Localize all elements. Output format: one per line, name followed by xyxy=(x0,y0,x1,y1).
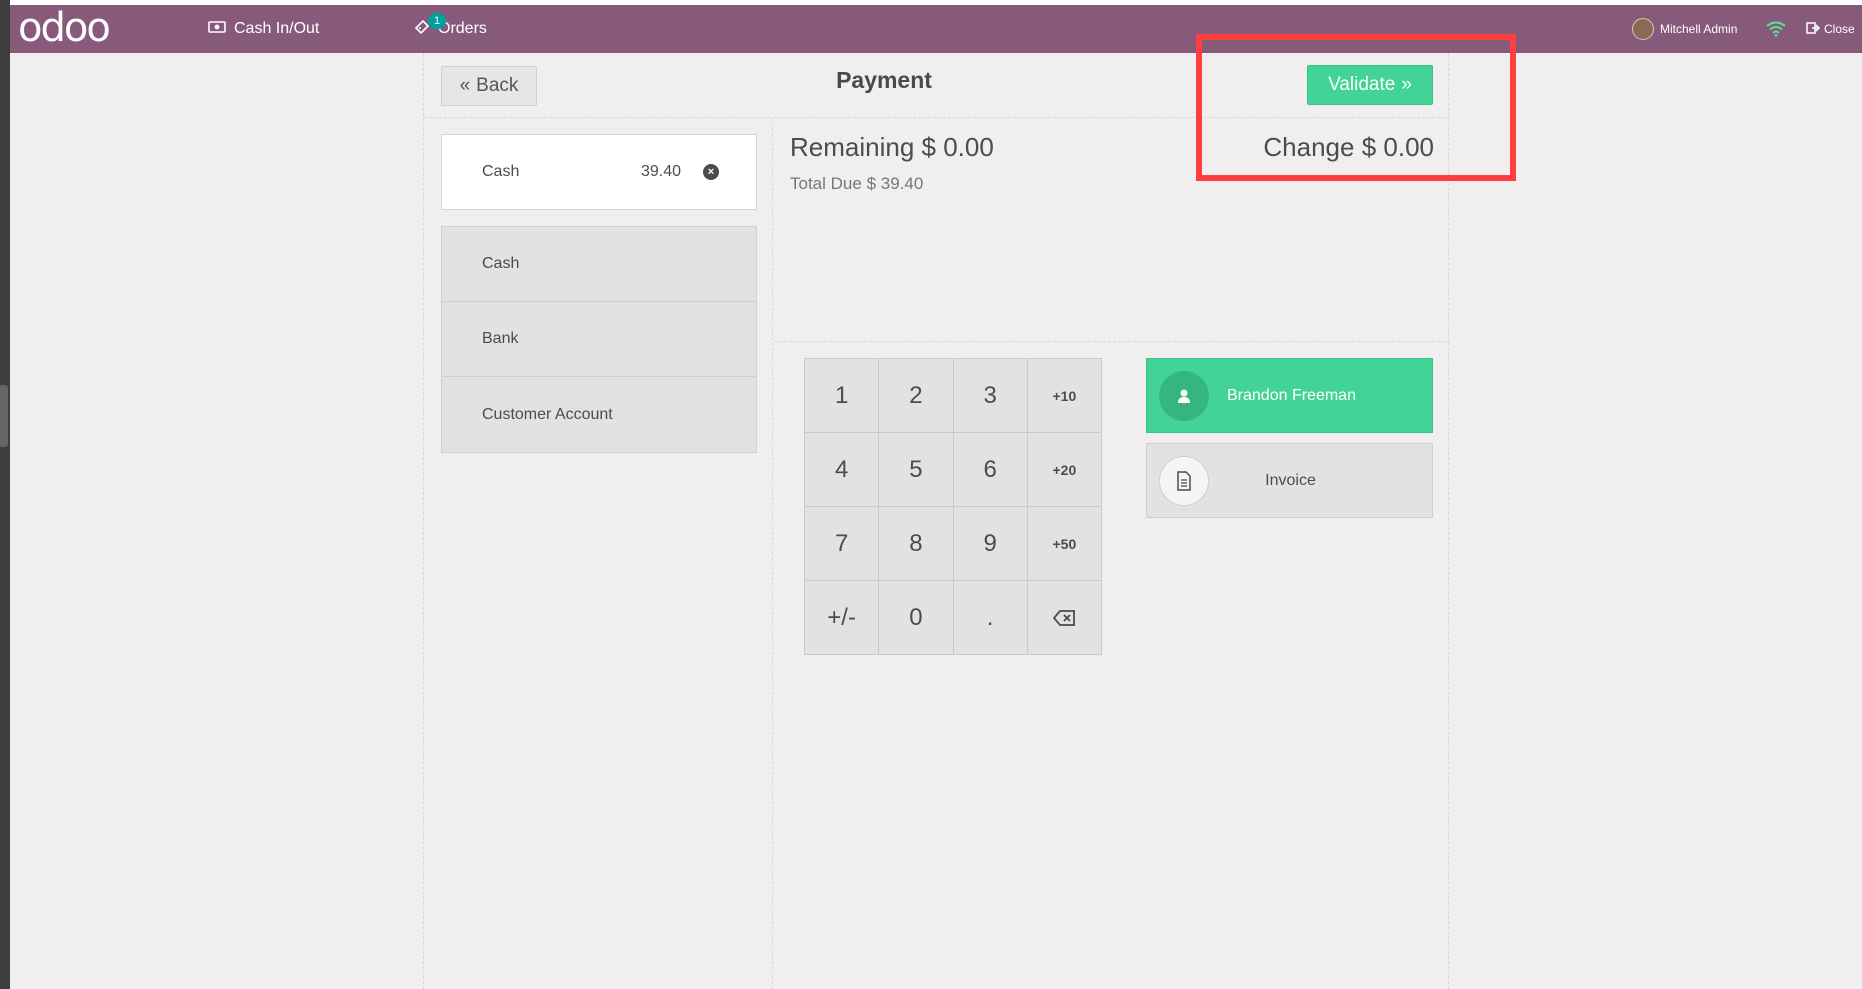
remove-payment-icon[interactable]: × xyxy=(703,164,719,180)
numpad-key-sign[interactable]: +/- xyxy=(805,581,879,654)
cash-in-out-button[interactable]: Cash In/Out xyxy=(208,5,319,53)
numpad-key-plus10[interactable]: +10 xyxy=(1027,359,1101,432)
remaining-value: $ 0.00 xyxy=(921,132,994,162)
page-title: Payment xyxy=(836,67,932,93)
payment-screen: « Back Payment Validate » Cash 39.40 × C… xyxy=(423,53,1450,989)
payment-line-amount: 39.40 xyxy=(641,163,682,180)
payment-method-bank[interactable]: Bank xyxy=(442,302,756,377)
wifi-icon xyxy=(1766,5,1786,53)
change-value: $ 0.00 xyxy=(1361,132,1434,162)
numpad-key-plus20[interactable]: +20 xyxy=(1027,433,1101,506)
payment-method-cash[interactable]: Cash xyxy=(442,227,756,302)
double-chevron-left-icon: « xyxy=(459,75,471,96)
numpad-key-4[interactable]: 4 xyxy=(805,433,879,506)
back-label: Back xyxy=(476,75,519,96)
change-amount: Change $ 0.00 xyxy=(1263,132,1434,163)
backspace-icon[interactable] xyxy=(1027,581,1101,654)
back-button[interactable]: « Back xyxy=(441,66,537,106)
window-edge xyxy=(0,0,10,989)
change-label: Change xyxy=(1263,132,1355,162)
close-button[interactable]: Close xyxy=(1806,5,1855,53)
avatar xyxy=(1632,18,1654,40)
remaining-amount: Remaining $ 0.00 xyxy=(790,132,994,163)
orders-button[interactable]: 1 Orders xyxy=(414,5,487,53)
numpad-key-8[interactable]: 8 xyxy=(879,507,953,580)
cash-in-out-label: Cash In/Out xyxy=(234,20,320,37)
money-icon xyxy=(208,20,226,39)
payment-topbar: « Back Payment Validate » xyxy=(424,53,1450,118)
total-due: Total Due $ 39.40 xyxy=(790,174,923,194)
user-name: Mitchell Admin xyxy=(1660,22,1738,36)
validate-button[interactable]: Validate » xyxy=(1307,65,1433,105)
payment-summary: Remaining $ 0.00 Total Due $ 39.40 Chang… xyxy=(774,118,1450,342)
numpad-key-7[interactable]: 7 xyxy=(805,507,879,580)
remaining-label: Remaining xyxy=(790,132,915,162)
numpad-key-plus50[interactable]: +50 xyxy=(1027,507,1101,580)
numpad-key-9[interactable]: 9 xyxy=(953,507,1027,580)
payment-line-method: Cash xyxy=(482,163,520,180)
payment-methods-list: Cash Bank Customer Account xyxy=(441,226,757,453)
payment-method-customer-account[interactable]: Customer Account xyxy=(442,377,756,452)
invoice-button[interactable]: Invoice xyxy=(1146,443,1433,518)
invoice-label: Invoice xyxy=(1265,471,1316,489)
validate-label: Validate xyxy=(1328,74,1396,95)
numpad-key-6[interactable]: 6 xyxy=(953,433,1027,506)
total-due-value: $ 39.40 xyxy=(866,174,924,193)
user-menu[interactable]: Mitchell Admin xyxy=(1632,5,1737,53)
numpad: 1 2 3 +10 4 5 6 +20 7 8 9 +50 +/- 0 . xyxy=(804,358,1102,655)
payment-left-pane: Cash 39.40 × Cash Bank Customer Account xyxy=(424,118,773,989)
numpad-key-3[interactable]: 3 xyxy=(953,359,1027,432)
numpad-key-1[interactable]: 1 xyxy=(805,359,879,432)
user-icon xyxy=(1159,370,1209,421)
orders-badge: 1 xyxy=(428,13,446,29)
customer-button[interactable]: Brandon Freeman xyxy=(1146,358,1433,433)
pos-navbar: odoo Cash In/Out 1 Orders Mitchell Admin… xyxy=(10,5,1862,53)
numpad-key-dot[interactable]: . xyxy=(953,581,1027,654)
odoo-logo: odoo xyxy=(18,5,111,51)
total-due-label: Total Due xyxy=(790,174,862,193)
numpad-key-0[interactable]: 0 xyxy=(879,581,953,654)
double-chevron-right-icon: » xyxy=(1401,74,1412,95)
payment-line[interactable]: Cash 39.40 × xyxy=(441,134,757,210)
numpad-key-2[interactable]: 2 xyxy=(879,359,953,432)
close-label: Close xyxy=(1824,22,1855,36)
sign-out-icon xyxy=(1806,21,1821,38)
edge-handle[interactable] xyxy=(0,385,8,447)
numpad-key-5[interactable]: 5 xyxy=(879,433,953,506)
customer-name: Brandon Freeman xyxy=(1227,386,1356,404)
